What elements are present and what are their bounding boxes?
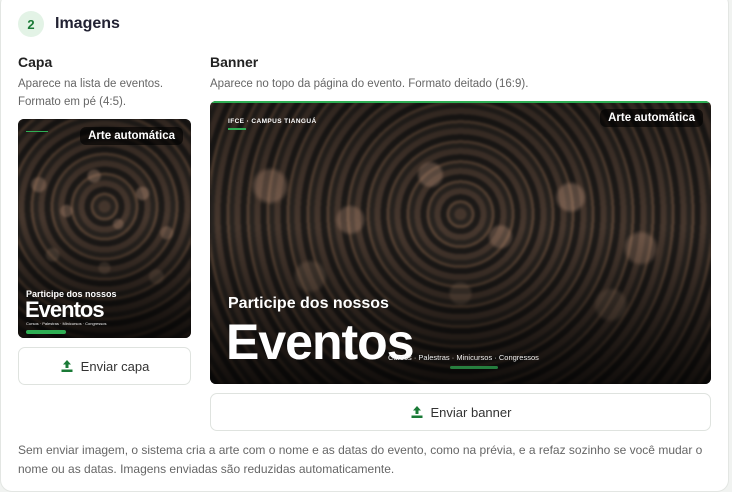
auto-art-badge: Arte automática: [80, 127, 183, 145]
banner-art-subtitle: Participe dos nossos: [228, 295, 389, 312]
step-number-badge: 2: [18, 11, 44, 37]
banner-site-bar: [450, 366, 498, 369]
banner-preview: IFCE · CAMPUS TIANGUÁ Arte automática Pa…: [210, 101, 711, 384]
cover-art-tags: Cursos · Palestras · Minicursos · Congre…: [26, 321, 107, 326]
upload-banner-label: Enviar banner: [430, 404, 512, 420]
banner-description: Aparece no topo da página do evento. For…: [210, 78, 529, 90]
section-title: Imagens: [55, 15, 120, 32]
images-footnote: Sem enviar imagem, o sistema cria a arte…: [18, 443, 703, 476]
cover-preview: Arte automática Participe dos nossos Eve…: [18, 119, 191, 338]
upload-cover-label: Enviar capa: [80, 358, 150, 374]
banner-art-title: Eventos: [226, 314, 415, 370]
upload-banner-button[interactable]: Enviar banner: [210, 393, 711, 431]
section-header: 2 Imagens: [18, 11, 120, 37]
banner-art-tags: Cursos · Palestras · Minicursos · Congre…: [388, 353, 539, 362]
banner-brand: IFCE · CAMPUS TIANGUÁ: [228, 118, 317, 125]
cover-site-bar: [26, 330, 66, 334]
banner-title: Banner: [210, 54, 259, 70]
cover-description: Aparece na lista de eventos. Formato em …: [18, 78, 164, 108]
upload-icon: [411, 406, 423, 418]
upload-icon: [61, 360, 73, 372]
auto-art-badge: Arte automática: [600, 109, 703, 127]
cover-title: Capa: [18, 54, 53, 70]
upload-cover-button[interactable]: Enviar capa: [18, 347, 191, 385]
cover-art-title: Eventos: [25, 297, 105, 322]
